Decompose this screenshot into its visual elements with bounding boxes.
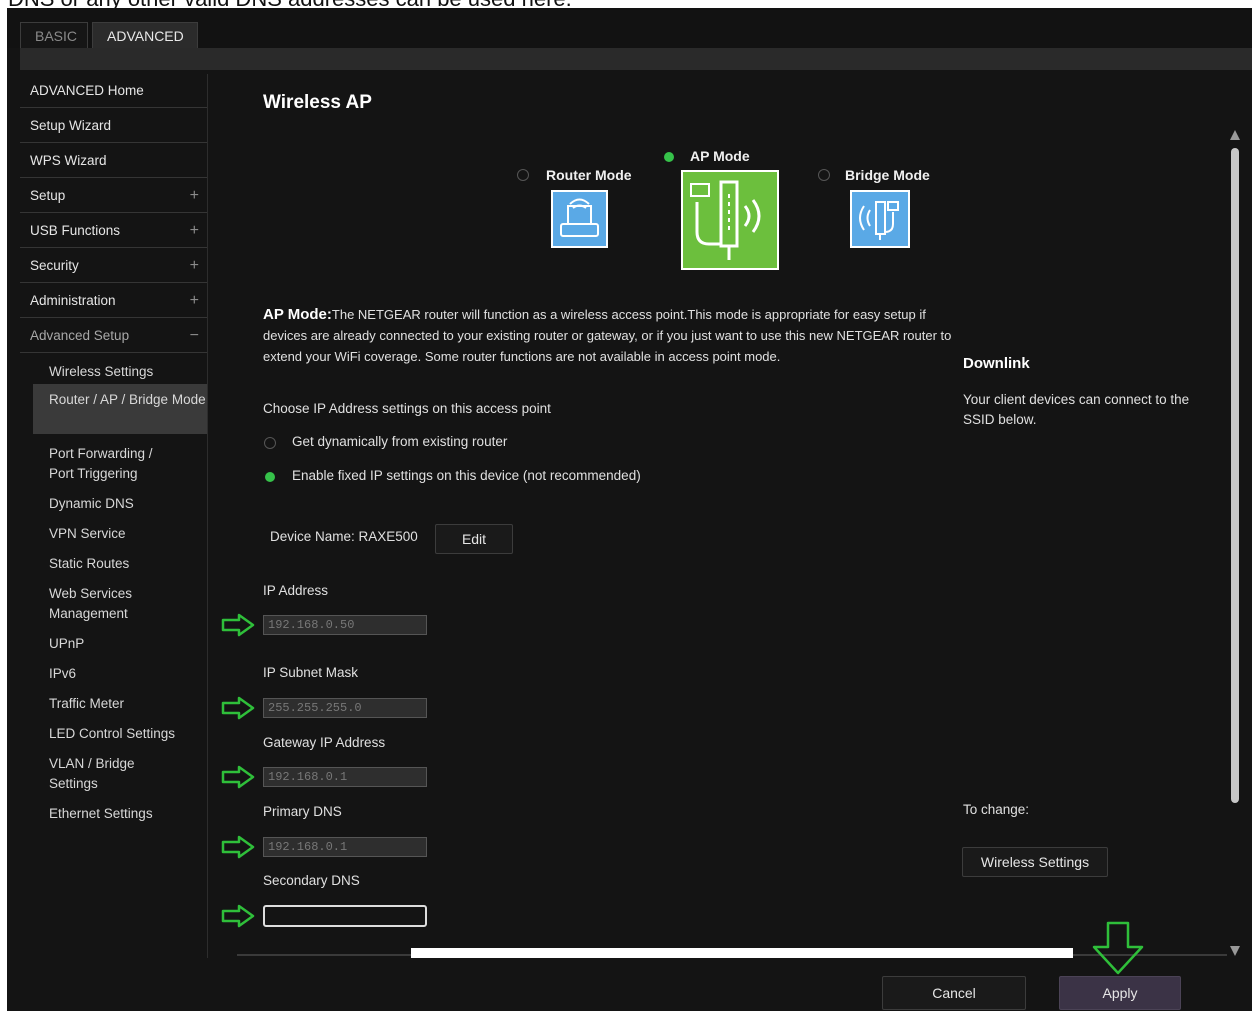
- sidebar-subitem-upnp[interactable]: UPnP: [33, 634, 207, 654]
- device-name: Device Name: RAXE500: [270, 529, 418, 544]
- ap-mode-icon[interactable]: [681, 170, 779, 270]
- bridge-mode-radio[interactable]: [818, 169, 830, 181]
- sidebar-item-security[interactable]: Security +: [20, 249, 207, 283]
- cancel-button[interactable]: Cancel: [882, 976, 1026, 1010]
- sidebar-subitem-ethernet-settings[interactable]: Ethernet Settings: [33, 804, 207, 824]
- right-arrow-icon: [221, 696, 255, 720]
- sidebar-item-advanced-home[interactable]: ADVANCED Home: [20, 74, 207, 108]
- tab-basic[interactable]: BASIC: [20, 22, 88, 49]
- sidebar-item-administration[interactable]: Administration +: [20, 284, 207, 318]
- expand-icon[interactable]: +: [190, 249, 199, 283]
- scrollbar[interactable]: [1229, 128, 1241, 958]
- ip-settings-heading: Choose IP Address settings on this acces…: [263, 401, 551, 416]
- sidebar-subitem-ipv6[interactable]: IPv6: [33, 664, 207, 684]
- sidebar-subitem-led-control[interactable]: LED Control Settings: [33, 724, 207, 744]
- bridge-icon: [859, 201, 899, 240]
- primary-dns-label: Primary DNS: [263, 804, 342, 819]
- sidebar-subitem-wireless-settings[interactable]: Wireless Settings: [33, 362, 207, 382]
- to-change-label: To change:: [963, 802, 1030, 817]
- gateway-label: Gateway IP Address: [263, 735, 386, 750]
- collapse-icon[interactable]: −: [190, 319, 199, 353]
- sidebar-subitem-dynamic-dns[interactable]: Dynamic DNS: [33, 494, 207, 514]
- router-icon: [560, 198, 599, 237]
- expand-icon[interactable]: +: [190, 179, 199, 213]
- router-mode-icon[interactable]: [551, 190, 608, 248]
- sidebar-subitem-port-forwarding[interactable]: Port Forwarding / Port Triggering: [33, 444, 173, 484]
- sidebar-item-advanced-setup[interactable]: Advanced Setup −: [20, 319, 207, 353]
- ip-address-label: IP Address: [263, 583, 329, 598]
- dynamic-ip-radio[interactable]: [264, 437, 276, 449]
- sidebar-subitem-vpn-service[interactable]: VPN Service: [33, 524, 207, 544]
- tab-advanced[interactable]: ADVANCED: [92, 22, 198, 49]
- gateway-input[interactable]: 192.168.0.1: [263, 767, 427, 787]
- sidebar: ADVANCED Home Setup Wizard WPS Wizard Se…: [20, 74, 208, 1011]
- top-tabbar: BASIC ADVANCED: [7, 8, 1252, 49]
- sidebar-item-setup-wizard[interactable]: Setup Wizard: [20, 109, 207, 143]
- access-point-icon: [690, 180, 761, 260]
- apply-button[interactable]: Apply: [1059, 976, 1181, 1010]
- right-arrow-icon: [221, 765, 255, 789]
- router-admin-window: BASIC ADVANCED ADVANCED Home Setup Wizar…: [7, 8, 1252, 1011]
- downlink-title: Downlink: [963, 355, 1030, 372]
- downlink-description: Your client devices can connect to the S…: [963, 392, 1190, 427]
- subnet-mask-input[interactable]: 255.255.255.0: [263, 698, 427, 718]
- expand-icon[interactable]: +: [190, 284, 199, 318]
- sidebar-subitem-traffic-meter[interactable]: Traffic Meter: [33, 694, 207, 714]
- sidebar-item-setup[interactable]: Setup +: [20, 179, 207, 213]
- mode-description-title: AP Mode:: [263, 306, 332, 323]
- bridge-mode-label: Bridge Mode: [845, 167, 930, 183]
- sidebar-subitem-static-routes[interactable]: Static Routes: [33, 554, 207, 574]
- page-title: Wireless AP: [263, 92, 372, 113]
- scrollbar-track: [1230, 130, 1240, 956]
- sidebar-subitem-router-ap-bridge[interactable]: Router / AP / Bridge Mode: [33, 384, 207, 434]
- expand-icon[interactable]: +: [190, 214, 199, 248]
- ap-mode-label: AP Mode: [690, 148, 750, 164]
- router-mode-radio[interactable]: [517, 169, 529, 181]
- edit-device-name-button[interactable]: Edit: [435, 524, 513, 554]
- header-bar: [20, 48, 1252, 70]
- secondary-dns-input[interactable]: [263, 905, 427, 927]
- mode-description-text: The NETGEAR router will function as a wi…: [263, 307, 952, 364]
- secondary-dns-label: Secondary DNS: [263, 873, 360, 888]
- right-arrow-icon: [221, 835, 255, 859]
- subnet-mask-label: IP Subnet Mask: [263, 665, 359, 680]
- sidebar-subitem-web-services[interactable]: Web Services Management: [33, 584, 153, 624]
- primary-dns-input[interactable]: 192.168.0.1: [263, 837, 427, 857]
- sidebar-item-usb-functions[interactable]: USB Functions +: [20, 214, 207, 248]
- dynamic-ip-label[interactable]: Get dynamically from existing router: [292, 434, 507, 449]
- fixed-ip-radio[interactable]: [265, 472, 275, 482]
- sidebar-subitem-vlan-bridge[interactable]: VLAN / Bridge Settings: [33, 754, 143, 794]
- router-mode-label: Router Mode: [546, 167, 632, 183]
- right-arrow-icon: [221, 613, 255, 637]
- bridge-mode-icon[interactable]: [850, 190, 910, 248]
- right-arrow-icon: [221, 904, 255, 928]
- wireless-settings-button[interactable]: Wireless Settings: [962, 847, 1108, 877]
- down-arrow-icon: [1092, 921, 1144, 975]
- mode-description: AP Mode:The NETGEAR router will function…: [263, 304, 963, 367]
- fixed-ip-label[interactable]: Enable fixed IP settings on this device …: [292, 468, 641, 483]
- ap-mode-radio[interactable]: [664, 152, 674, 162]
- sidebar-item-wps-wizard[interactable]: WPS Wizard: [20, 144, 207, 178]
- ip-address-input[interactable]: 192.168.0.50: [263, 615, 427, 635]
